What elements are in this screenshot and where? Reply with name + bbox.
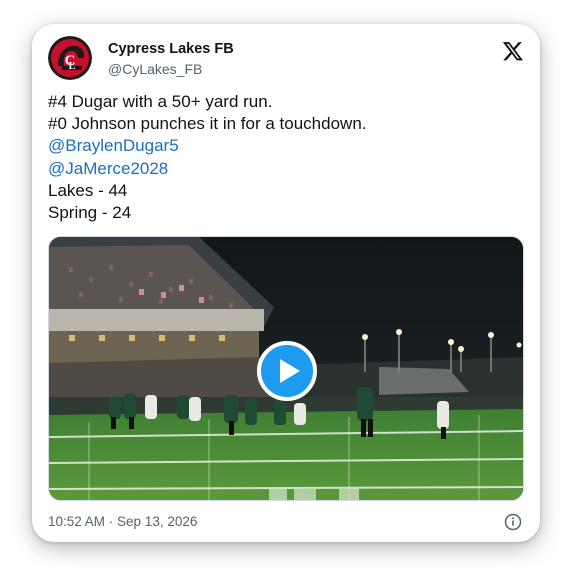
account-handle[interactable]: @CyLakes_FB bbox=[108, 61, 202, 77]
tweet-line: #4 Dugar with a 50+ yard run. bbox=[48, 92, 273, 111]
x-logo-icon[interactable] bbox=[502, 40, 524, 62]
score-line: Lakes - 44 bbox=[48, 180, 128, 200]
account-name[interactable]: Cypress Lakes FB bbox=[108, 41, 234, 57]
play-icon bbox=[280, 359, 300, 383]
mention-link[interactable]: @JaMerce2028 bbox=[48, 158, 524, 180]
tweet-header: C L Cypress Lakes FB @CyLakes_FB bbox=[46, 36, 526, 84]
svg-text:L: L bbox=[69, 61, 76, 72]
spartan-logo-icon: C L bbox=[48, 36, 92, 80]
score-line: Spring - 24 bbox=[48, 203, 132, 223]
timestamp[interactable]: 10:52 AM · Sep 13, 2026 bbox=[48, 514, 197, 529]
avatar[interactable]: C L bbox=[48, 36, 92, 80]
play-button[interactable] bbox=[257, 341, 317, 401]
mention-link[interactable]: @BraylenDugar5 bbox=[48, 135, 524, 157]
info-icon[interactable] bbox=[504, 513, 522, 531]
tweet-text: #4 Dugar with a 50+ yard run. #0 Johnson… bbox=[48, 91, 524, 224]
tweet-card: C L Cypress Lakes FB @CyLakes_FB #4 Duga… bbox=[32, 24, 540, 542]
tweet-line: #0 Johnson punches it in for a touchdown… bbox=[48, 114, 367, 134]
tweet-footer: 10:52 AM · Sep 13, 2026 bbox=[48, 512, 524, 532]
video-media[interactable] bbox=[48, 236, 524, 501]
